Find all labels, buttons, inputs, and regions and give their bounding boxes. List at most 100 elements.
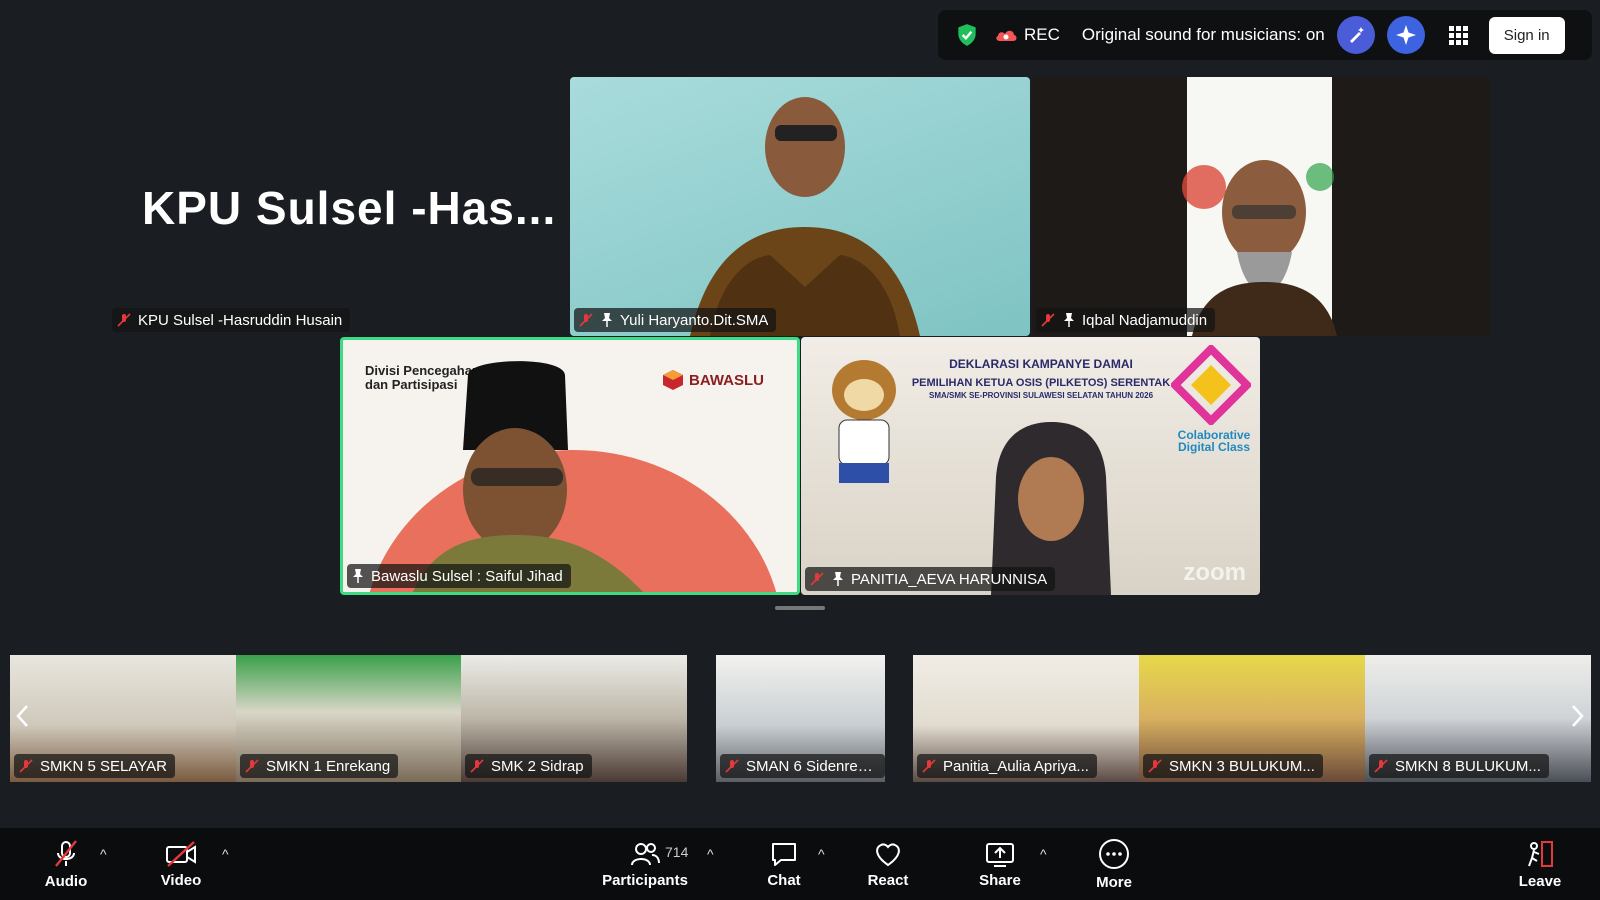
heart-icon	[876, 842, 900, 866]
chat-bubble-icon	[772, 842, 796, 866]
leave-label: Leave	[1518, 872, 1562, 890]
participant-name-bar: Iqbal Nadjamuddin	[1036, 308, 1216, 332]
audio-button[interactable]: Audio	[38, 828, 94, 900]
participant-name-bar: KPU Sulsel -Hasruddin Husain	[112, 308, 351, 332]
video-button[interactable]: Video	[153, 828, 209, 900]
participant-name: SMKN 3 BULUKUM...	[1169, 757, 1315, 775]
strip-tile[interactable]: SMKN 8 BULUKUM...	[1365, 655, 1591, 782]
video-label: Video	[160, 871, 202, 889]
muted-mic-icon	[19, 759, 33, 773]
original-sound-status[interactable]: Original sound for musicians: on	[1082, 25, 1325, 45]
strip-tile[interactable]: SMAN 6 Sidenreng ...	[716, 655, 885, 782]
pin-icon	[833, 572, 843, 586]
participants-icon	[631, 842, 660, 865]
muted-mic-icon	[470, 759, 484, 773]
participant-name: Yuli Haryanto.Dit.SMA	[620, 311, 769, 329]
chat-label: Chat	[767, 871, 801, 889]
video-tile-panitia[interactable]: DEKLARASI KAMPANYE DAMAI PEMILIHAN KETUA…	[801, 337, 1260, 595]
participant-name-bar: Yuli Haryanto.Dit.SMA	[574, 308, 777, 332]
ai-sparkle-button[interactable]	[1386, 16, 1425, 54]
muted-mic-icon	[1041, 313, 1055, 327]
strip-tile[interactable]: SMKN 1 Enrekang	[236, 655, 461, 782]
video-tile-bawaslu-active-speaker[interactable]: Divisi Pencegahan dan Partisipasi BAWASL…	[340, 337, 800, 595]
sign-in-button[interactable]: Sign in	[1488, 16, 1565, 54]
strip-tile[interactable]: SMKN 3 BULUKUM...	[1139, 655, 1365, 782]
participant-name: Panitia_Aulia Apriya...	[943, 757, 1089, 775]
participant-video-figure	[690, 97, 920, 336]
security-shield-icon[interactable]	[954, 22, 980, 48]
muted-mic-icon	[1148, 759, 1162, 773]
participants-count: 714	[665, 844, 689, 860]
muted-mic-icon	[55, 839, 77, 867]
participant-name: SMKN 8 BULUKUM...	[1395, 757, 1541, 775]
recording-indicator[interactable]: REC	[994, 25, 1060, 45]
muted-mic-icon	[922, 759, 936, 773]
video-tile-iqbal[interactable]: Iqbal Nadjamuddin	[1032, 77, 1490, 336]
muted-mic-icon	[579, 313, 593, 327]
leave-door-icon	[1528, 840, 1553, 867]
more-ellipsis-icon	[1099, 838, 1129, 869]
strip-next-button[interactable]	[1568, 700, 1588, 732]
participant-name-bar: PANITIA_AEVA HARUNNISA	[805, 567, 1056, 591]
share-options-caret[interactable]: ^	[1040, 846, 1047, 862]
participant-display-name: KPU Sulsel -Has...	[142, 182, 557, 234]
participants-options-caret[interactable]: ^	[707, 846, 714, 862]
muted-mic-icon	[117, 313, 131, 327]
rec-label: REC	[1024, 25, 1060, 44]
participant-name: Iqbal Nadjamuddin	[1082, 311, 1208, 329]
participant-name: SMK 2 Sidrap	[491, 757, 584, 775]
magic-pen-icon	[1349, 27, 1364, 43]
meeting-toolbar: Audio ^ Video ^ Participants 714 ^ Chat …	[0, 828, 1600, 900]
strip-tile[interactable]: SMKN 5 SELAYAR	[10, 655, 236, 782]
share-label: Share	[979, 871, 1021, 889]
strip-prev-button[interactable]	[12, 700, 32, 732]
audio-label: Audio	[44, 872, 88, 890]
meeting-status-bar: REC Original sound for musicians: on Sig…	[938, 10, 1592, 60]
chat-options-caret[interactable]: ^	[818, 846, 825, 862]
video-tile-kpu[interactable]: KPU Sulsel -Hasruddin Husain	[108, 300, 358, 336]
more-label: More	[1096, 873, 1132, 891]
share-button[interactable]: Share	[970, 828, 1030, 900]
participant-name: KPU Sulsel -Hasruddin Husain	[138, 311, 343, 329]
muted-mic-icon	[1374, 759, 1388, 773]
participant-video-figure	[991, 422, 1111, 595]
leave-button[interactable]: Leave	[1510, 828, 1570, 900]
audio-options-caret[interactable]: ^	[100, 846, 107, 862]
pin-icon	[353, 569, 363, 583]
ai-companion-button[interactable]	[1336, 16, 1375, 54]
participant-name: Bawaslu Sulsel : Saiful Jihad	[371, 567, 563, 585]
zoom-watermark: zoom	[1183, 559, 1246, 586]
react-button[interactable]: React	[858, 828, 918, 900]
participant-name-bar: Bawaslu Sulsel : Saiful Jihad	[347, 564, 571, 588]
muted-mic-icon	[245, 759, 259, 773]
cloud-record-icon	[996, 30, 1017, 41]
participant-name-bar: SMK 2 Sidrap	[465, 754, 592, 778]
participant-video-figure	[413, 361, 643, 592]
video-options-caret[interactable]: ^	[222, 846, 229, 862]
chevron-right-icon	[1572, 705, 1584, 727]
apps-grid-icon[interactable]	[1447, 24, 1469, 46]
chat-button[interactable]: Chat	[754, 828, 814, 900]
participant-name-bar: SMAN 6 Sidenreng ...	[720, 754, 885, 778]
participant-name: SMKN 5 SELAYAR	[40, 757, 167, 775]
more-button[interactable]: More	[1084, 828, 1144, 900]
participant-name-bar: Panitia_Aulia Apriya...	[917, 754, 1097, 778]
react-label: React	[867, 871, 909, 889]
participant-video-figure	[1182, 160, 1337, 336]
sparkle-icon	[1395, 25, 1416, 45]
strip-tile[interactable]: SMK 2 Sidrap	[461, 655, 687, 782]
participants-button[interactable]: Participants	[600, 828, 690, 900]
video-off-icon	[166, 840, 196, 867]
participant-name: SMKN 1 Enrekang	[266, 757, 391, 775]
gallery-resize-handle[interactable]	[775, 606, 825, 610]
strip-tile[interactable]: Panitia_Aulia Apriya...	[913, 655, 1139, 782]
participants-label: Participants	[602, 871, 688, 889]
participant-name-bar: SMKN 3 BULUKUM...	[1143, 754, 1323, 778]
participant-name: PANITIA_AEVA HARUNNISA	[851, 570, 1048, 588]
video-tile-yuli[interactable]: Yuli Haryanto.Dit.SMA	[570, 77, 1030, 336]
chevron-left-icon	[16, 705, 28, 727]
muted-mic-icon	[810, 572, 824, 586]
pin-icon	[602, 313, 612, 327]
participant-name-bar: SMKN 8 BULUKUM...	[1369, 754, 1549, 778]
participant-name-bar: SMKN 5 SELAYAR	[14, 754, 175, 778]
